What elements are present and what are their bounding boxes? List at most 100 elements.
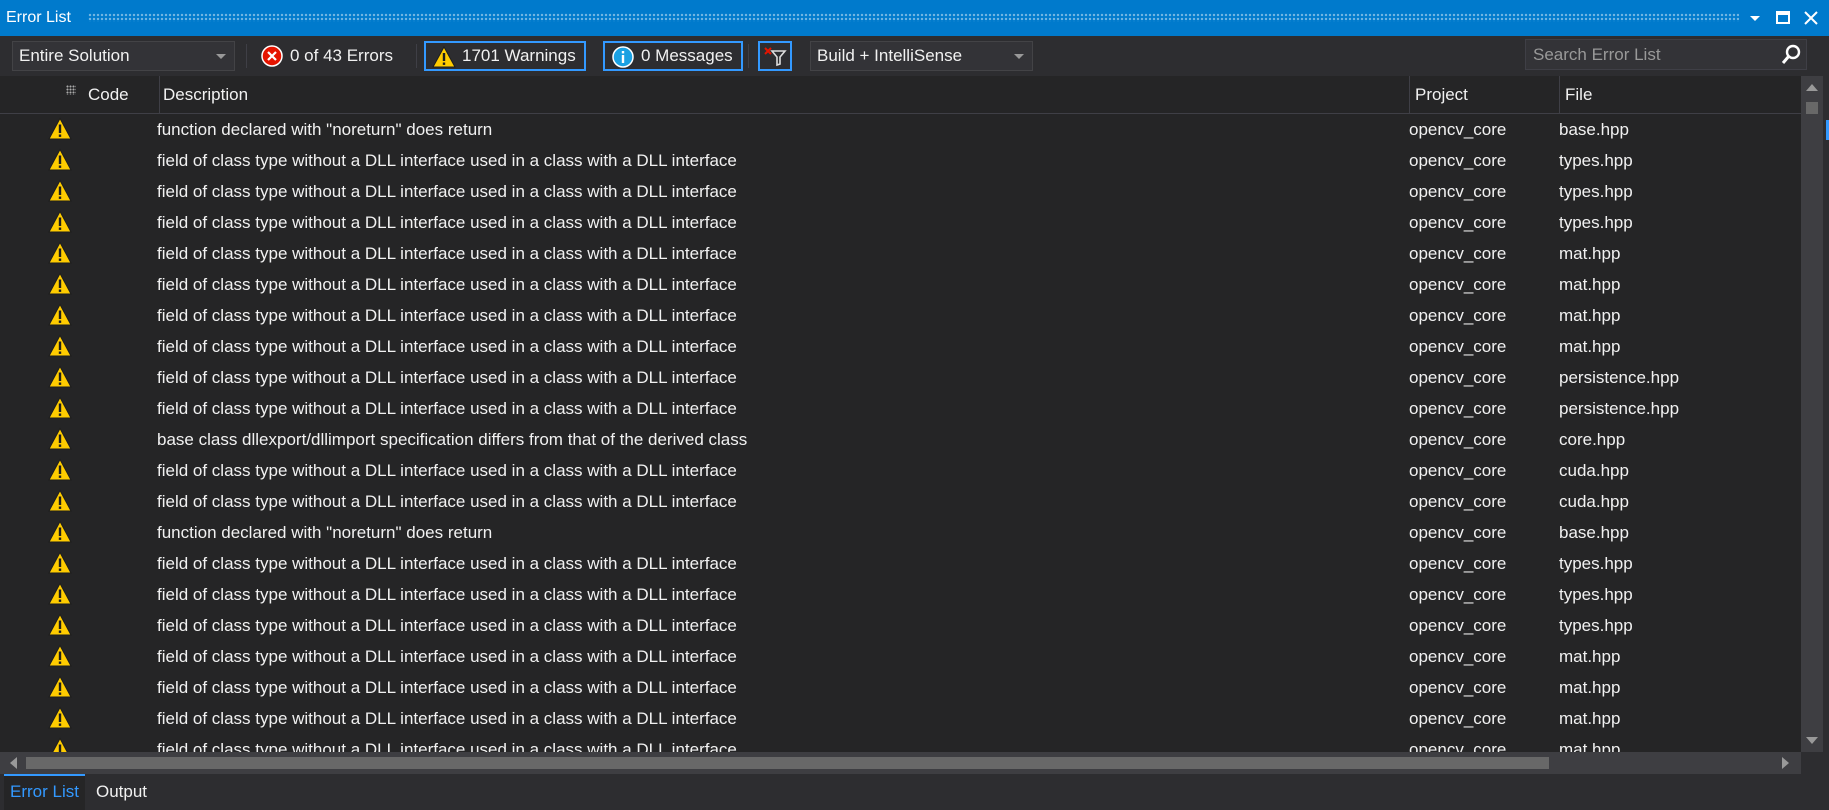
row-file: mat.hpp	[1559, 306, 1621, 325]
table-row[interactable]: base class dllexport/dllimport specifica…	[0, 424, 1801, 455]
column-header-description-label: Description	[163, 85, 249, 104]
window-position-dropdown-icon[interactable]	[1743, 6, 1767, 30]
table-row[interactable]: field of class type without a DLL interf…	[0, 641, 1801, 672]
warning-icon	[48, 272, 72, 296]
tool-window-title-bar[interactable]: Error List	[0, 0, 1829, 36]
row-project: opencv_core	[1409, 461, 1507, 480]
table-row[interactable]: field of class type without a DLL interf…	[0, 176, 1801, 207]
row-description: field of class type without a DLL interf…	[157, 306, 737, 325]
column-sort-icon[interactable]	[66, 85, 76, 95]
right-edge-strip	[1823, 76, 1829, 752]
scope-dropdown[interactable]: Entire Solution	[12, 41, 235, 71]
warning-icon	[48, 644, 72, 668]
table-row[interactable]: field of class type without a DLL interf…	[0, 610, 1801, 641]
table-row[interactable]: field of class type without a DLL interf…	[0, 455, 1801, 486]
row-description: field of class type without a DLL interf…	[157, 492, 737, 511]
warning-icon	[48, 520, 72, 544]
table-row[interactable]: field of class type without a DLL interf…	[0, 300, 1801, 331]
tab-error-list[interactable]: Error List	[4, 774, 85, 810]
scroll-up-icon[interactable]	[1806, 84, 1818, 91]
info-icon	[611, 46, 635, 68]
table-row[interactable]: field of class type without a DLL interf…	[0, 269, 1801, 300]
warning-icon	[48, 706, 72, 730]
row-description: field of class type without a DLL interf…	[157, 740, 737, 752]
row-description: field of class type without a DLL interf…	[157, 554, 737, 573]
search-input[interactable]: Search Error List	[1525, 39, 1807, 70]
row-description: function declared with "noreturn" does r…	[157, 523, 493, 542]
row-project: opencv_core	[1409, 151, 1507, 170]
row-description: field of class type without a DLL interf…	[157, 647, 737, 666]
row-project: opencv_core	[1409, 275, 1507, 294]
row-file: types.hpp	[1559, 151, 1633, 170]
row-project: opencv_core	[1409, 523, 1507, 542]
table-row[interactable]: field of class type without a DLL interf…	[0, 703, 1801, 734]
clear-filter-button[interactable]	[758, 41, 792, 71]
row-file: mat.hpp	[1559, 337, 1621, 356]
horizontal-scroll-thumb[interactable]	[26, 757, 1549, 769]
title-grip[interactable]	[88, 13, 1739, 22]
build-source-dropdown[interactable]: Build + IntelliSense	[810, 41, 1033, 71]
column-header-code-label: Code	[88, 85, 129, 104]
table-row[interactable]: field of class type without a DLL interf…	[0, 362, 1801, 393]
row-description: field of class type without a DLL interf…	[157, 213, 737, 232]
scope-dropdown-value: Entire Solution	[19, 46, 130, 65]
table-row[interactable]: function declared with "noreturn" does r…	[0, 517, 1801, 548]
row-file: mat.hpp	[1559, 275, 1621, 294]
table-row[interactable]: field of class type without a DLL interf…	[0, 207, 1801, 238]
column-header-description[interactable]: Description	[157, 76, 1405, 114]
scroll-right-icon[interactable]	[1782, 757, 1789, 769]
row-description: field of class type without a DLL interf…	[157, 678, 737, 697]
row-file: base.hpp	[1559, 523, 1629, 542]
vertical-scrollbar[interactable]	[1801, 76, 1823, 752]
horizontal-scrollbar[interactable]	[0, 752, 1801, 774]
scroll-down-icon[interactable]	[1806, 737, 1818, 744]
error-list-toolbar: Entire Solution 0 of 43 Errors 1701 Warn…	[0, 36, 1829, 93]
table-row[interactable]: field of class type without a DLL interf…	[0, 331, 1801, 362]
row-project: opencv_core	[1409, 585, 1507, 604]
row-file: persistence.hpp	[1559, 399, 1680, 418]
chevron-down-icon	[216, 54, 226, 59]
table-row[interactable]: field of class type without a DLL interf…	[0, 579, 1801, 610]
filter-clear-icon	[763, 45, 787, 67]
row-description: field of class type without a DLL interf…	[157, 399, 737, 418]
table-row[interactable]: field of class type without a DLL interf…	[0, 734, 1801, 752]
row-description: field of class type without a DLL interf…	[157, 275, 737, 294]
warnings-filter-button[interactable]: 1701 Warnings	[424, 41, 586, 71]
row-project: opencv_core	[1409, 647, 1507, 666]
tab-output[interactable]: Output	[90, 774, 153, 810]
table-row[interactable]: field of class type without a DLL interf…	[0, 672, 1801, 703]
row-description: field of class type without a DLL interf…	[157, 151, 737, 170]
scroll-left-icon[interactable]	[10, 757, 17, 769]
row-project: opencv_core	[1409, 709, 1507, 728]
maximize-icon[interactable]	[1771, 6, 1795, 30]
messages-filter-label: 0 Messages	[641, 46, 733, 65]
row-file: base.hpp	[1559, 120, 1629, 139]
row-file: mat.hpp	[1559, 709, 1621, 728]
warnings-filter-label: 1701 Warnings	[462, 46, 576, 65]
messages-filter-button[interactable]: 0 Messages	[603, 41, 743, 71]
window-title: Error List	[6, 9, 71, 26]
row-project: opencv_core	[1409, 740, 1507, 752]
table-row[interactable]: field of class type without a DLL interf…	[0, 238, 1801, 269]
column-header-code[interactable]: Code	[82, 76, 159, 114]
table-row[interactable]: field of class type without a DLL interf…	[0, 548, 1801, 579]
warning-icon	[48, 334, 72, 358]
row-project: opencv_core	[1409, 492, 1507, 511]
row-description: field of class type without a DLL interf…	[157, 616, 737, 635]
table-row[interactable]: function declared with "noreturn" does r…	[0, 114, 1801, 145]
row-file: mat.hpp	[1559, 647, 1621, 666]
row-description: field of class type without a DLL interf…	[157, 182, 737, 201]
errors-filter-button[interactable]: 0 of 43 Errors	[253, 41, 402, 71]
search-icon[interactable]	[1780, 44, 1802, 66]
table-row[interactable]: field of class type without a DLL interf…	[0, 486, 1801, 517]
close-icon[interactable]	[1799, 6, 1823, 30]
column-header-project[interactable]: Project	[1409, 76, 1559, 114]
row-description: field of class type without a DLL interf…	[157, 368, 737, 387]
column-header-file-label: File	[1565, 85, 1593, 104]
vertical-scroll-thumb[interactable]	[1806, 102, 1818, 114]
table-row[interactable]: field of class type without a DLL interf…	[0, 145, 1801, 176]
warning-icon	[48, 179, 72, 203]
table-row[interactable]: field of class type without a DLL interf…	[0, 393, 1801, 424]
toolbar-separator	[748, 44, 749, 68]
column-header-file[interactable]: File	[1559, 76, 1799, 114]
